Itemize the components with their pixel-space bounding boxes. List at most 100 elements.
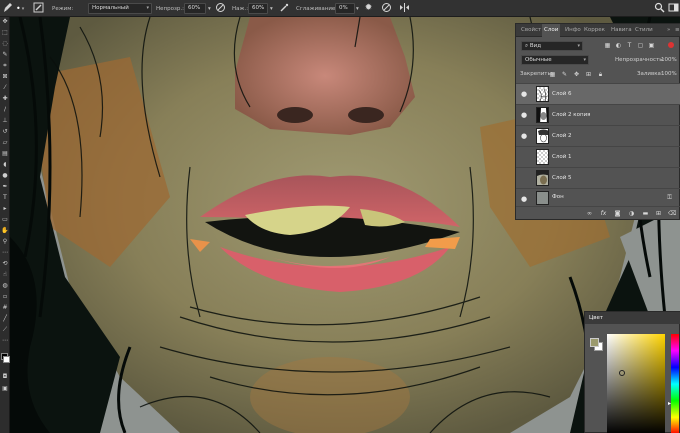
adjustment-layer-icon[interactable]: ◑ xyxy=(628,210,635,217)
chevron-down-icon[interactable]: ▾ xyxy=(208,0,211,17)
sponge-tool-icon[interactable]: ◍ xyxy=(1,282,9,290)
count-tool-icon[interactable]: # xyxy=(1,304,9,312)
layer-row[interactable]: ● Слой 2 копия xyxy=(516,104,680,125)
mode-dropdown[interactable]: Нормальный ▾ xyxy=(88,3,152,14)
settings-gear-icon[interactable]: ✹ xyxy=(362,2,375,15)
eye-hidden-icon[interactable]: ● xyxy=(520,174,528,182)
lock-image-icon[interactable]: ✎ xyxy=(561,71,568,78)
color-picker-cursor[interactable] xyxy=(619,370,625,376)
pressure-input[interactable]: 60% xyxy=(248,3,268,14)
layer-row[interactable]: ● Слой 6 xyxy=(516,83,680,104)
zoom-tool-icon[interactable]: ⚲ xyxy=(1,238,9,246)
marquee-tool-icon[interactable]: ⬚ xyxy=(1,29,9,37)
color-panel-title: Цвет xyxy=(589,315,604,321)
layer-filter-dropdown[interactable]: ⌕ Вид ▾ xyxy=(521,41,583,51)
color-picker-field[interactable] xyxy=(607,334,665,433)
eye-icon[interactable]: ● xyxy=(520,132,528,140)
lasso-tool-icon[interactable]: ◌ xyxy=(1,40,9,48)
tab-navigator[interactable]: Навига xyxy=(609,24,634,37)
filter-type-icon[interactable]: T xyxy=(626,42,633,49)
stamp-tool-icon[interactable]: ⊥ xyxy=(1,117,9,125)
airbrush-icon[interactable] xyxy=(278,2,291,15)
healing-tool-icon[interactable]: ✚ xyxy=(1,95,9,103)
lock-label: Закрепить: xyxy=(520,71,553,77)
more-tools-icon[interactable]: ⋯ xyxy=(1,249,9,257)
filter-toggle-icon[interactable] xyxy=(668,42,674,48)
trash-icon[interactable]: ⌫ xyxy=(668,210,676,217)
fx-icon[interactable]: fx xyxy=(600,210,607,217)
rotate-view-icon[interactable]: ⟲ xyxy=(1,260,9,268)
symmetry-icon[interactable] xyxy=(398,2,411,15)
layer-row[interactable]: ● Слой 1 xyxy=(516,146,680,167)
filter-adjustment-icon[interactable]: ◐ xyxy=(615,42,622,49)
eye-icon[interactable]: ● xyxy=(520,111,528,119)
add-mask-icon[interactable]: ◙ xyxy=(614,210,621,217)
dodge-tool-icon[interactable]: ● xyxy=(1,172,9,180)
hue-slider[interactable]: ▸ xyxy=(668,334,679,433)
crop-tool-icon[interactable]: ⌗ xyxy=(1,62,9,70)
note-tool-icon[interactable]: ▫ xyxy=(1,293,9,301)
tab-styles[interactable]: Стили xyxy=(633,24,655,37)
hue-slider-handle[interactable]: ▸ xyxy=(668,400,671,407)
screen-mode-icon[interactable]: ▣ xyxy=(1,385,9,393)
fill-value[interactable]: 100% xyxy=(661,71,677,77)
tab-adjustments[interactable]: Коррек xyxy=(582,24,607,37)
search-icon[interactable] xyxy=(653,2,666,15)
smudge-tool-icon[interactable]: ☝ xyxy=(1,271,9,279)
smoothing-input[interactable]: 0% xyxy=(335,3,355,14)
history-brush-tool-icon[interactable]: ↺ xyxy=(1,128,9,136)
blend-mode-dropdown[interactable]: Обычные ▾ xyxy=(521,55,589,65)
tab-properties[interactable]: Свойст xyxy=(519,24,543,37)
lock-transparent-icon[interactable]: ▦ xyxy=(549,71,556,78)
filter-shape-icon[interactable]: ▢ xyxy=(637,42,644,49)
panel-menu-icon[interactable]: ≡ xyxy=(673,24,680,37)
eyedropper-tool-icon[interactable]: ⁄ xyxy=(1,84,9,92)
chevron-down-icon: ▾ xyxy=(583,57,586,63)
foreground-color-chip[interactable] xyxy=(590,338,599,347)
hand-tool-icon[interactable]: ✋ xyxy=(1,227,9,235)
slice-tool-icon[interactable]: ⟋ xyxy=(1,326,9,334)
opacity-value[interactable]: 100% xyxy=(661,57,677,63)
brush-panel-icon[interactable] xyxy=(32,2,45,15)
filter-pixel-icon[interactable]: ▦ xyxy=(604,42,611,49)
brush-tool-icon[interactable]: ∕ xyxy=(1,106,9,114)
pressure-opacity-icon[interactable] xyxy=(214,2,227,15)
background-color-swatch[interactable] xyxy=(3,356,10,363)
edit-toolbar-icon[interactable]: ⋯ xyxy=(1,337,9,345)
brush-size-preview[interactable]: • ▾ xyxy=(16,0,24,17)
shape-tool-icon[interactable]: ▭ xyxy=(1,216,9,224)
new-group-icon[interactable]: ▬ xyxy=(642,210,649,217)
type-tool-icon[interactable]: T xyxy=(1,194,9,202)
layer-row[interactable]: ● Фон ⚿ xyxy=(516,188,680,206)
layer-row[interactable]: ● Слой 2 xyxy=(516,125,680,146)
double-chevron-right-icon[interactable]: » xyxy=(665,24,672,37)
blur-tool-icon[interactable]: ◖ xyxy=(1,161,9,169)
chevron-down-icon[interactable]: ▾ xyxy=(356,0,359,17)
ruler-tool-icon[interactable]: ╱ xyxy=(1,315,9,323)
lock-position-icon[interactable]: ✥ xyxy=(573,71,580,78)
eraser-tool-icon[interactable]: ▱ xyxy=(1,139,9,147)
move-tool-icon[interactable]: ✥ xyxy=(1,18,9,26)
eye-hidden-icon[interactable]: ● xyxy=(520,153,528,161)
quick-mask-icon[interactable]: ◘ xyxy=(1,373,9,381)
frame-tool-icon[interactable]: ⊠ xyxy=(1,73,9,81)
path-select-tool-icon[interactable]: ▸ xyxy=(1,205,9,213)
tab-layers[interactable]: Слои xyxy=(542,24,561,37)
brush-tool-icon[interactable] xyxy=(1,2,14,15)
quick-select-tool-icon[interactable]: ✎ xyxy=(1,51,9,59)
lock-artboard-icon[interactable]: ⊞ xyxy=(585,71,592,78)
opacity-input[interactable]: 60% xyxy=(184,3,206,14)
pen-tool-icon[interactable]: ✒ xyxy=(1,183,9,191)
workspace-icon[interactable] xyxy=(667,2,680,15)
filter-smart-object-icon[interactable]: ▣ xyxy=(648,42,655,49)
link-layers-icon[interactable]: ∞ xyxy=(586,210,593,217)
lock-all-icon[interactable]: 🔒︎ xyxy=(597,71,604,78)
pressure-size-icon[interactable] xyxy=(380,2,393,15)
new-layer-icon[interactable]: ⊞ xyxy=(655,210,662,217)
layer-row[interactable]: ● Слой 5 xyxy=(516,167,680,188)
tab-info[interactable]: Инфо xyxy=(563,24,583,37)
eye-icon[interactable]: ● xyxy=(520,90,528,98)
gradient-tool-icon[interactable]: ▤ xyxy=(1,150,9,158)
chevron-down-icon[interactable]: ▾ xyxy=(270,0,273,17)
eye-icon[interactable]: ● xyxy=(520,195,528,203)
